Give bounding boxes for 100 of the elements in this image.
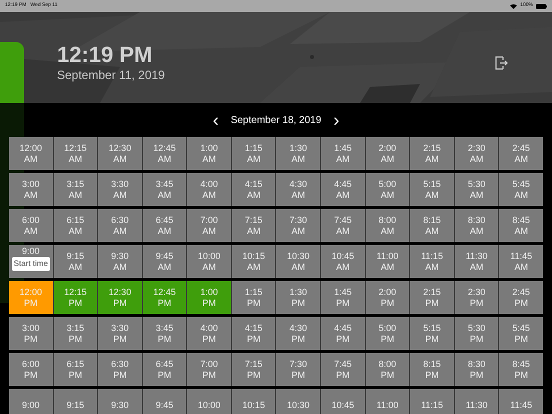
time-slot[interactable]: 12:45 AM <box>142 137 186 170</box>
time-slot[interactable]: 10:15 AM <box>232 245 276 278</box>
time-slot[interactable]: 6:00 AM <box>9 209 53 242</box>
time-slot[interactable]: 11:00 <box>366 389 410 414</box>
time-slot[interactable]: 10:15 <box>232 389 276 414</box>
time-slot[interactable]: 10:45 <box>321 389 365 414</box>
time-slot[interactable]: 8:30 AM <box>454 209 498 242</box>
time-slot[interactable]: 8:15 AM <box>410 209 454 242</box>
time-slot[interactable]: 9:30 <box>98 389 142 414</box>
time-slot[interactable]: 4:45 AM <box>321 173 365 206</box>
time-slot[interactable]: 8:45 PM <box>499 353 543 386</box>
time-slot[interactable]: 5:00 AM <box>366 173 410 206</box>
time-slot[interactable]: 5:45 PM <box>499 317 543 350</box>
time-slot[interactable]: 2:30 PM <box>454 281 498 314</box>
time-slot[interactable]: 8:45 AM <box>499 209 543 242</box>
time-slot[interactable]: 3:00 PM <box>9 317 53 350</box>
time-slot[interactable]: 4:15 PM <box>232 317 276 350</box>
time-slot[interactable]: 8:30 PM <box>454 353 498 386</box>
time-slot[interactable]: 11:15 AM <box>410 245 454 278</box>
time-slot[interactable]: 12:30 PM <box>98 281 142 314</box>
time-slot[interactable]: 2:30 AM <box>454 137 498 170</box>
time-slot[interactable]: 11:15 <box>410 389 454 414</box>
time-slot[interactable]: 1:15 PM <box>232 281 276 314</box>
time-slot[interactable]: 9:45 <box>142 389 186 414</box>
time-slot[interactable]: 3:00 AM <box>9 173 53 206</box>
time-slot[interactable]: 5:45 AM <box>499 173 543 206</box>
time-slot[interactable]: 8:15 PM <box>410 353 454 386</box>
time-slot[interactable]: 7:45 PM <box>321 353 365 386</box>
time-slot[interactable]: 10:45 AM <box>321 245 365 278</box>
time-slot[interactable]: 2:45 PM <box>499 281 543 314</box>
time-slot[interactable]: 4:30 PM <box>276 317 320 350</box>
time-slot[interactable]: 12:15 AM <box>54 137 98 170</box>
time-slot[interactable]: 3:45 PM <box>142 317 186 350</box>
time-slot[interactable]: 5:30 AM <box>454 173 498 206</box>
time-slot[interactable]: 9:15 <box>54 389 98 414</box>
time-slot[interactable]: 1:15 AM <box>232 137 276 170</box>
time-slot[interactable]: 10:30 AM <box>276 245 320 278</box>
time-slot[interactable]: 11:30 <box>454 389 498 414</box>
time-slot[interactable]: 4:15 AM <box>232 173 276 206</box>
time-slot[interactable]: 10:30 <box>276 389 320 414</box>
time-slot[interactable]: 12:30 AM <box>98 137 142 170</box>
time-slot[interactable]: 1:30 PM <box>276 281 320 314</box>
time-slot[interactable]: 10:00 AM <box>187 245 231 278</box>
time-slot[interactable]: 7:15 PM <box>232 353 276 386</box>
time-slot[interactable]: 1:45 PM <box>321 281 365 314</box>
time-slot[interactable]: 9:15 AM <box>54 245 98 278</box>
time-slot[interactable]: 5:15 PM <box>410 317 454 350</box>
time-slot[interactable]: 5:15 AM <box>410 173 454 206</box>
current-time: 12:19 PM <box>57 42 154 68</box>
time-slot[interactable]: 6:15 AM <box>54 209 98 242</box>
time-slot[interactable]: 8:00 AM <box>366 209 410 242</box>
time-slot[interactable]: 7:30 AM <box>276 209 320 242</box>
wifi-icon <box>510 4 518 8</box>
time-slot[interactable]: 11:45 <box>499 389 543 414</box>
time-slot[interactable]: 5:00 PM <box>366 317 410 350</box>
time-slot[interactable]: 11:30 AM <box>454 245 498 278</box>
time-slot[interactable]: 4:00 PM <box>187 317 231 350</box>
time-slot[interactable]: 2:00 PM <box>366 281 410 314</box>
time-slot[interactable]: 8:00 PM <box>366 353 410 386</box>
time-slot[interactable]: 1:45 AM <box>321 137 365 170</box>
time-slot[interactable]: 6:30 AM <box>98 209 142 242</box>
time-slot[interactable]: 12:45 PM <box>142 281 186 314</box>
time-slot[interactable]: 11:00 AM <box>366 245 410 278</box>
time-slot[interactable]: 3:15 AM <box>54 173 98 206</box>
time-slot[interactable]: 9:00 <box>9 389 53 414</box>
time-slot[interactable]: 9:30 AM <box>98 245 142 278</box>
time-slot[interactable]: 4:00 AM <box>187 173 231 206</box>
time-slot[interactable]: 6:45 AM <box>142 209 186 242</box>
time-slot[interactable]: 10:00 <box>187 389 231 414</box>
time-slot[interactable]: 2:00 AM <box>366 137 410 170</box>
time-slot[interactable]: 7:00 AM <box>187 209 231 242</box>
time-slot[interactable]: 2:45 AM <box>499 137 543 170</box>
time-slot[interactable]: 6:15 PM <box>54 353 98 386</box>
time-slot[interactable]: 7:00 PM <box>187 353 231 386</box>
time-slot[interactable]: 6:45 PM <box>142 353 186 386</box>
time-slot[interactable]: 3:15 PM <box>54 317 98 350</box>
time-slot[interactable]: 11:45 AM <box>499 245 543 278</box>
time-slot[interactable]: 12:15 PM <box>54 281 98 314</box>
time-slot[interactable]: 2:15 AM <box>410 137 454 170</box>
time-slot[interactable]: 9:45 AM <box>142 245 186 278</box>
time-slot[interactable]: 4:30 AM <box>276 173 320 206</box>
time-slot[interactable]: 6:30 PM <box>98 353 142 386</box>
next-date-button[interactable]: › <box>333 111 340 129</box>
time-slot[interactable]: 12:00 AM <box>9 137 53 170</box>
time-slot[interactable]: 3:30 PM <box>98 317 142 350</box>
time-slot[interactable]: 7:30 PM <box>276 353 320 386</box>
time-slot[interactable]: 2:15 PM <box>410 281 454 314</box>
time-slot[interactable]: 1:00 PM <box>187 281 231 314</box>
time-slot[interactable]: 6:00 PM <box>9 353 53 386</box>
time-slot[interactable]: 4:45 PM <box>321 317 365 350</box>
time-slot[interactable]: 9:00 Start time <box>9 245 53 278</box>
time-slot[interactable]: 1:00 AM <box>187 137 231 170</box>
time-slot[interactable]: 1:30 AM <box>276 137 320 170</box>
previous-date-button[interactable]: ‹ <box>212 111 219 129</box>
time-slot[interactable]: 3:30 AM <box>98 173 142 206</box>
time-slot[interactable]: 7:15 AM <box>232 209 276 242</box>
exit-icon[interactable] <box>495 56 508 70</box>
time-slot[interactable]: 5:30 PM <box>454 317 498 350</box>
time-slot[interactable]: 7:45 AM <box>321 209 365 242</box>
time-slot[interactable]: 3:45 AM <box>142 173 186 206</box>
